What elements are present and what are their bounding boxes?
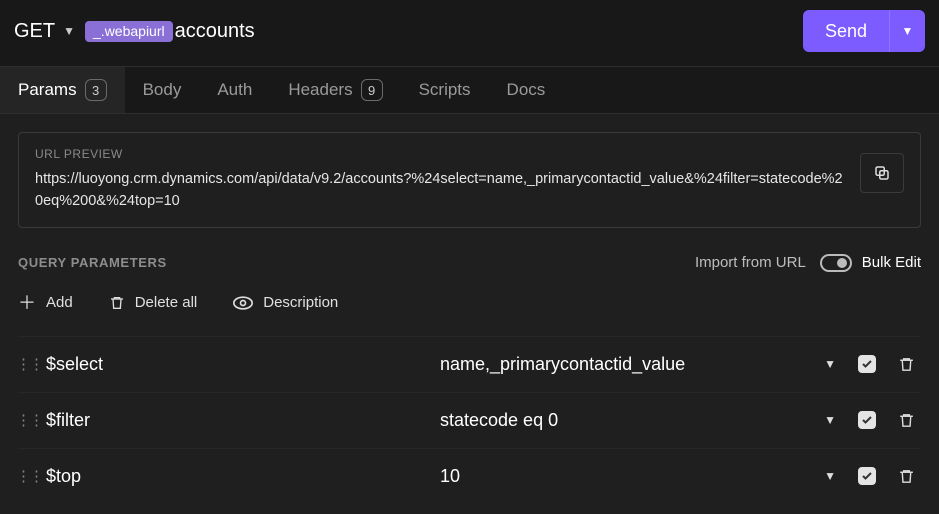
request-tabs: Params 3 Body Auth Headers 9 Scripts Doc… xyxy=(0,66,939,114)
param-value-input[interactable]: 10 xyxy=(440,466,824,487)
params-panel: URL PREVIEW https://luoyong.crm.dynamics… xyxy=(0,114,939,514)
url-preview-text: https://luoyong.crm.dynamics.com/api/dat… xyxy=(35,169,846,213)
send-button[interactable]: Send ▼ xyxy=(803,10,925,52)
tab-badge: 3 xyxy=(85,79,107,101)
param-row: ⋮⋮ $top 10 ▼ xyxy=(18,448,921,504)
copy-url-button[interactable] xyxy=(860,153,904,193)
toggle-switch-icon xyxy=(820,254,852,272)
add-param-button[interactable]: ＋ Add xyxy=(18,294,73,312)
param-value-input[interactable]: statecode eq 0 xyxy=(440,410,824,431)
delete-all-label: Delete all xyxy=(135,294,198,311)
tab-label: Params xyxy=(18,80,77,100)
param-key-input[interactable]: $filter xyxy=(40,410,440,431)
send-button-label: Send xyxy=(803,21,889,42)
param-enabled-checkbox[interactable] xyxy=(858,467,876,485)
bulk-edit-toggle[interactable]: Bulk Edit xyxy=(820,254,921,272)
param-row: ⋮⋮ $filter statecode eq 0 ▼ xyxy=(18,392,921,448)
import-from-url-button[interactable]: Import from URL xyxy=(695,254,806,271)
param-key-input[interactable]: $select xyxy=(40,354,440,375)
param-enabled-checkbox[interactable] xyxy=(858,411,876,429)
drag-handle-icon[interactable]: ⋮⋮ xyxy=(18,355,40,373)
eye-icon xyxy=(233,296,253,310)
check-icon xyxy=(861,414,873,426)
add-label: Add xyxy=(46,294,73,311)
chevron-down-icon: ▼ xyxy=(63,24,75,38)
params-table: ⋮⋮ $select name,_primarycontactid_value … xyxy=(18,336,921,504)
tab-label: Body xyxy=(143,80,182,100)
plus-icon: ＋ xyxy=(18,294,36,312)
param-options-dropdown[interactable]: ▼ xyxy=(824,413,836,427)
send-dropdown[interactable]: ▼ xyxy=(889,10,925,52)
tab-params[interactable]: Params 3 xyxy=(0,67,125,113)
bulk-edit-label: Bulk Edit xyxy=(862,254,921,271)
tab-body[interactable]: Body xyxy=(125,67,200,113)
tab-docs[interactable]: Docs xyxy=(489,67,564,113)
tab-label: Scripts xyxy=(419,80,471,100)
tab-badge: 9 xyxy=(361,79,383,101)
section-title: QUERY PARAMETERS xyxy=(18,255,167,270)
param-options-dropdown[interactable]: ▼ xyxy=(824,357,836,371)
url-variable-pill[interactable]: _.webapiurl xyxy=(85,21,173,42)
delete-param-button[interactable] xyxy=(898,356,915,373)
tab-label: Docs xyxy=(507,80,546,100)
tab-auth[interactable]: Auth xyxy=(199,67,270,113)
delete-param-button[interactable] xyxy=(898,412,915,429)
param-options-dropdown[interactable]: ▼ xyxy=(824,469,836,483)
tab-label: Auth xyxy=(217,80,252,100)
param-key-input[interactable]: $top xyxy=(40,466,440,487)
trash-icon xyxy=(898,412,915,429)
toggle-description-button[interactable]: Description xyxy=(233,294,338,311)
check-icon xyxy=(861,358,873,370)
http-method-label: GET xyxy=(14,20,55,43)
trash-icon xyxy=(109,295,125,311)
tab-label: Headers xyxy=(288,80,352,100)
request-bar: GET ▼ _.webapiurl accounts Send ▼ xyxy=(0,0,939,66)
url-path: accounts xyxy=(175,20,255,43)
drag-handle-icon[interactable]: ⋮⋮ xyxy=(18,467,40,485)
url-preview-box: URL PREVIEW https://luoyong.crm.dynamics… xyxy=(18,132,921,228)
param-value-input[interactable]: name,_primarycontactid_value xyxy=(440,354,824,375)
tab-headers[interactable]: Headers 9 xyxy=(270,67,400,113)
description-label: Description xyxy=(263,294,338,311)
params-toolbar: ＋ Add Delete all Description xyxy=(18,294,921,312)
chevron-down-icon: ▼ xyxy=(902,24,914,38)
copy-icon xyxy=(873,164,891,182)
check-icon xyxy=(861,470,873,482)
trash-icon xyxy=(898,468,915,485)
trash-icon xyxy=(898,356,915,373)
request-url-input[interactable]: _.webapiurl accounts xyxy=(85,20,793,43)
drag-handle-icon[interactable]: ⋮⋮ xyxy=(18,411,40,429)
query-parameters-header: QUERY PARAMETERS Import from URL Bulk Ed… xyxy=(18,254,921,272)
url-preview-heading: URL PREVIEW xyxy=(35,147,846,161)
param-row: ⋮⋮ $select name,_primarycontactid_value … xyxy=(18,336,921,392)
param-enabled-checkbox[interactable] xyxy=(858,355,876,373)
http-method-select[interactable]: GET ▼ xyxy=(14,20,75,43)
tab-scripts[interactable]: Scripts xyxy=(401,67,489,113)
delete-all-button[interactable]: Delete all xyxy=(109,294,198,311)
delete-param-button[interactable] xyxy=(898,468,915,485)
